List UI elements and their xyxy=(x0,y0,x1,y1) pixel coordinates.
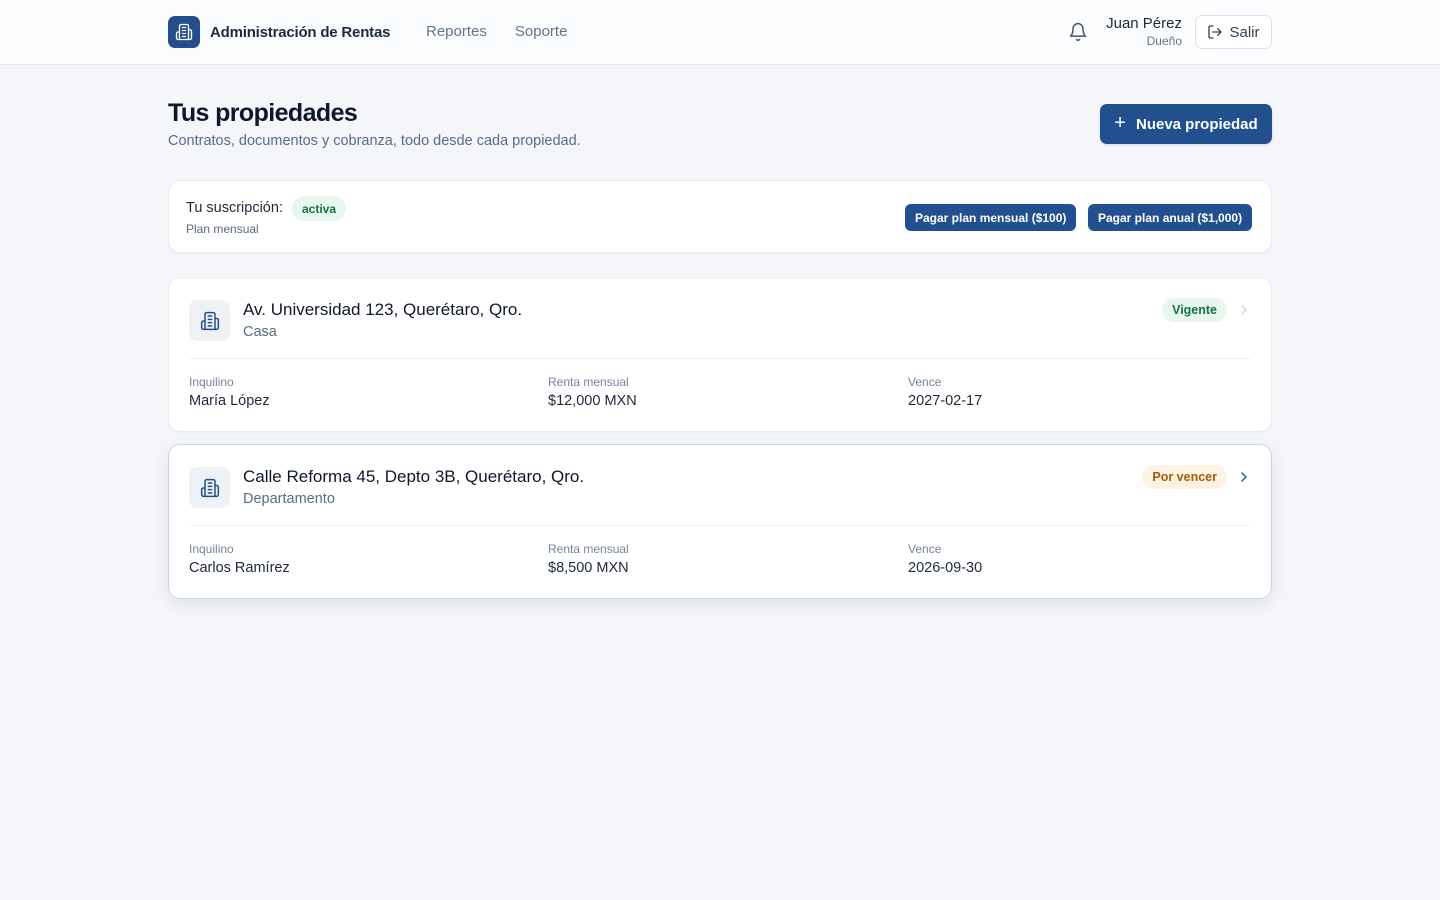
top-bar: Administración de Rentas Reportes Soport… xyxy=(0,0,1440,65)
tenant-value: María López xyxy=(189,393,270,409)
user-name: Juan Pérez xyxy=(1106,15,1182,32)
chevron-right-icon[interactable] xyxy=(1236,469,1252,485)
rent-label: Renta mensual xyxy=(548,375,629,389)
brand[interactable]: Administración de Rentas xyxy=(168,16,390,48)
plus-icon: + xyxy=(1114,112,1126,134)
rent-value: $8,500 MXN xyxy=(548,560,629,576)
subscription-plan: Plan mensual xyxy=(186,222,259,236)
divider xyxy=(189,358,1251,359)
status-badge: Vigente xyxy=(1162,298,1227,322)
logout-icon xyxy=(1208,25,1223,39)
page-subtitle: Contratos, documentos y cobranza, todo d… xyxy=(168,133,581,149)
subscription-card: Tu suscripción: activa Plan mensual Paga… xyxy=(168,180,1272,253)
page-title: Tus propiedades xyxy=(168,99,358,127)
property-type: Departamento xyxy=(243,491,335,507)
due-label: Vence xyxy=(908,375,942,389)
logout-button[interactable]: Salir xyxy=(1195,15,1272,49)
tenant-value: Carlos Ramírez xyxy=(189,560,290,576)
divider xyxy=(189,525,1251,526)
bell-icon[interactable] xyxy=(1067,21,1089,43)
property-address: Calle Reforma 45, Depto 3B, Querétaro, Q… xyxy=(243,467,585,486)
due-field: Vence 2026-09-30 xyxy=(908,542,982,576)
property-address: Av. Universidad 123, Querétaro, Qro. xyxy=(243,300,523,319)
user-role: Dueño xyxy=(1146,34,1182,48)
property-card[interactable]: Calle Reforma 45, Depto 3B, Querétaro, Q… xyxy=(168,444,1272,599)
subscription-label: Tu suscripción: xyxy=(186,200,283,216)
property-card[interactable]: Av. Universidad 123, Querétaro, Qro. Cas… xyxy=(168,277,1272,432)
rent-field: Renta mensual $8,500 MXN xyxy=(548,542,629,576)
chevron-right-icon[interactable] xyxy=(1236,302,1252,318)
building-icon xyxy=(189,300,230,341)
status-badge: Por vencer xyxy=(1142,465,1227,489)
rent-value: $12,000 MXN xyxy=(548,393,637,409)
pay-monthly-button[interactable]: Pagar plan mensual ($100) xyxy=(905,204,1077,231)
logout-label: Salir xyxy=(1229,23,1260,41)
due-field: Vence 2027-02-17 xyxy=(908,375,982,409)
property-type: Casa xyxy=(243,324,277,340)
nav-link-reportes[interactable]: Reportes xyxy=(426,23,487,40)
tenant-label: Inquilino xyxy=(189,375,234,389)
pay-annual-button[interactable]: Pagar plan anual ($1,000) xyxy=(1088,204,1253,231)
user-info: Juan Pérez Dueño xyxy=(1106,15,1182,48)
new-property-button[interactable]: + Nueva propiedad xyxy=(1100,104,1272,144)
new-property-label: Nueva propiedad xyxy=(1135,115,1258,133)
tenant-field: Inquilino María López xyxy=(189,375,270,409)
tenant-label: Inquilino xyxy=(189,542,234,556)
building-icon xyxy=(189,467,230,508)
app-title: Administración de Rentas xyxy=(210,23,391,41)
building-icon xyxy=(168,16,200,48)
due-value: 2026-09-30 xyxy=(908,560,983,576)
rent-label: Renta mensual xyxy=(548,542,629,556)
due-label: Vence xyxy=(908,542,942,556)
due-value: 2027-02-17 xyxy=(908,393,983,409)
rent-field: Renta mensual $12,000 MXN xyxy=(548,375,637,409)
nav-link-soporte[interactable]: Soporte xyxy=(515,23,568,40)
main-nav: Reportes Soporte xyxy=(426,23,567,40)
tenant-field: Inquilino Carlos Ramírez xyxy=(189,542,290,576)
subscription-status-badge: activa xyxy=(292,196,347,221)
